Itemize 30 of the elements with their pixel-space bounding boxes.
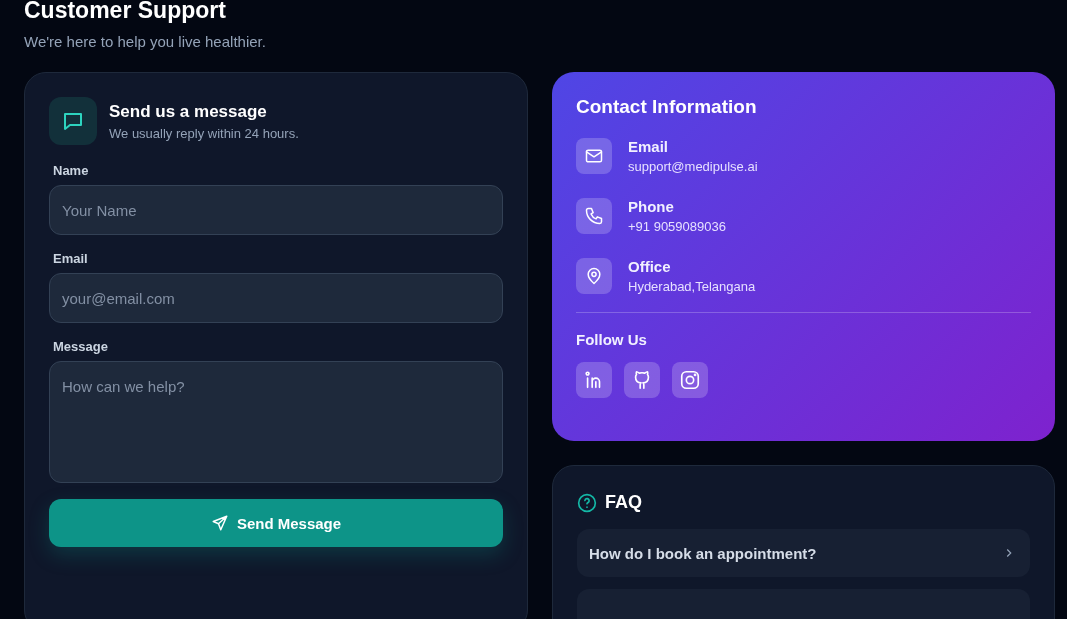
follow-title: Follow Us: [576, 331, 648, 348]
input-field[interactable]: your@email.com: [49, 273, 503, 323]
question-icon: [577, 492, 597, 513]
contact-label: Email: [628, 138, 670, 155]
github-icon[interactable]: [624, 362, 660, 398]
page-subtitle: We're here to help you live healthier.: [24, 33, 267, 50]
contact-label: Office: [628, 258, 672, 275]
form-title: Send us a message: [109, 101, 268, 122]
contact-title: Contact Information: [576, 96, 758, 118]
field-label: Name: [53, 163, 90, 178]
faq-item[interactable]: How do I book an appointment?: [577, 529, 1030, 577]
send-button[interactable]: Send Message: [49, 499, 503, 547]
contact-value: +91 9059089036: [628, 219, 726, 234]
paper-plane-icon: [210, 514, 229, 532]
map-pin-icon: [576, 258, 612, 294]
phone-icon: [576, 198, 612, 234]
envelope-icon: [576, 138, 612, 174]
page-title: Customer Support: [24, 0, 227, 24]
contact-label: Phone: [628, 198, 675, 215]
message-field[interactable]: How can we help?: [49, 361, 503, 483]
contact-value: support@medipulse.ai: [628, 159, 758, 174]
form-subtitle: We usually reply within 24 hours.: [109, 125, 299, 141]
field-label: Message: [53, 339, 109, 354]
faq-title: FAQ: [605, 492, 642, 513]
instagram-icon[interactable]: [672, 362, 708, 398]
contact-value: Hyderabad,Telangana: [628, 279, 756, 294]
chat-bubble-icon: [49, 97, 97, 145]
input-field[interactable]: Your Name: [49, 185, 503, 235]
field-label: Email: [53, 251, 89, 266]
linkedin-icon[interactable]: [576, 362, 612, 398]
